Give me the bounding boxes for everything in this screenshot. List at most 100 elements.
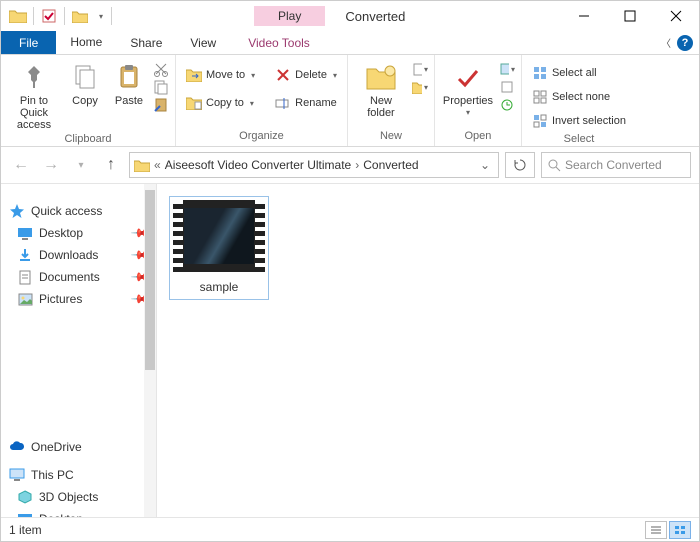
paste-icon	[113, 61, 145, 93]
navigation-bar: ← → ▾ ↑ « Aiseesoft Video Converter Ulti…	[1, 147, 699, 183]
file-item[interactable]: sample	[169, 196, 269, 300]
properties-button[interactable]: Properties ▾	[441, 59, 495, 118]
paste-button[interactable]: Paste	[109, 59, 149, 107]
desktop-icon	[17, 225, 33, 241]
titlebar: Play Converted	[1, 1, 699, 31]
contextual-tab-group: Play	[254, 6, 325, 26]
delete-icon	[275, 67, 291, 83]
new-item-icon[interactable]	[412, 61, 428, 77]
view-details-button[interactable]	[645, 521, 667, 539]
sidebar-thispc[interactable]: This PC	[5, 464, 152, 486]
edit-icon[interactable]	[499, 79, 515, 95]
copy-to-button[interactable]: Copy to	[182, 93, 259, 113]
maximize-button[interactable]	[607, 1, 653, 31]
ribbon-collapse-icon[interactable]: 〈	[661, 35, 671, 50]
video-thumbnail-icon	[173, 200, 265, 272]
navigation-pane: Quick access Desktop📌 Downloads📌 Documen…	[1, 184, 157, 517]
sidebar-quick-access[interactable]: Quick access	[5, 200, 152, 222]
sidebar-item-desktop2[interactable]: Desktop	[5, 508, 152, 517]
move-to-icon	[186, 67, 202, 83]
copy-path-icon[interactable]	[153, 79, 169, 95]
copy-icon	[69, 61, 101, 93]
file-list[interactable]: sample	[157, 184, 699, 517]
tab-share[interactable]: Share	[116, 31, 176, 54]
sidebar-onedrive[interactable]: OneDrive	[5, 436, 152, 458]
qat-dropdown-icon[interactable]	[93, 5, 107, 27]
item-count: 1 item	[9, 523, 42, 537]
tab-home[interactable]: Home	[56, 31, 116, 54]
move-to-button[interactable]: Move to	[182, 65, 259, 85]
properties-check-icon	[452, 61, 484, 93]
rename-icon	[275, 95, 291, 111]
quick-access-toolbar	[1, 5, 114, 27]
pin-quick-access-button[interactable]: Pin to Quick access	[7, 59, 61, 131]
context-tab-header: Play	[254, 6, 325, 26]
address-bar[interactable]: « Aiseesoft Video Converter Ultimate › C…	[129, 152, 499, 178]
group-clipboard: Pin to Quick access Copy Paste Clipboard	[1, 55, 176, 146]
download-icon	[17, 247, 33, 263]
open-icon[interactable]	[499, 61, 515, 77]
recent-dropdown[interactable]: ▾	[69, 153, 93, 177]
picture-icon	[17, 291, 33, 307]
window-title: Converted	[345, 9, 405, 24]
select-none-icon	[532, 89, 548, 105]
help-icon[interactable]: ?	[677, 35, 693, 51]
sidebar-item-3d[interactable]: 3D Objects	[5, 486, 152, 508]
copy-to-icon	[186, 95, 202, 111]
cut-icon[interactable]	[153, 61, 169, 77]
document-icon	[17, 269, 33, 285]
tab-file[interactable]: File	[1, 31, 56, 54]
status-bar: 1 item	[1, 517, 699, 541]
folder-small-icon[interactable]	[69, 5, 91, 27]
breadcrumb[interactable]: Aiseesoft Video Converter Ultimate	[165, 158, 352, 172]
easy-access-icon[interactable]	[412, 79, 428, 95]
ribbon: Pin to Quick access Copy Paste Clipboard…	[1, 55, 699, 147]
sidebar-item-downloads[interactable]: Downloads📌	[5, 244, 152, 266]
address-dropdown-icon[interactable]: ⌄	[476, 158, 494, 172]
delete-button[interactable]: Delete	[271, 65, 341, 85]
group-new: New folder New	[348, 55, 435, 146]
new-folder-button[interactable]: New folder	[354, 59, 408, 119]
folder-icon	[134, 157, 150, 173]
forward-button[interactable]: →	[39, 153, 63, 177]
back-button[interactable]: ←	[9, 153, 33, 177]
tab-view[interactable]: View	[176, 31, 230, 54]
minimize-button[interactable]	[561, 1, 607, 31]
group-select: Select all Select none Invert selection …	[522, 55, 636, 146]
paste-shortcut-icon[interactable]	[153, 97, 169, 113]
breadcrumb[interactable]: Converted	[363, 158, 418, 172]
sidebar-scrollbar[interactable]	[144, 184, 156, 517]
search-icon	[548, 159, 561, 172]
file-name: sample	[200, 278, 239, 296]
tab-video-tools[interactable]: Video Tools	[234, 31, 324, 54]
folder-icon	[7, 5, 29, 27]
group-organize: Move to Copy to Delete Rename Organize	[176, 55, 348, 146]
ribbon-tabs: File Home Share View Video Tools 〈 ?	[1, 31, 699, 55]
sidebar-item-documents[interactable]: Documents📌	[5, 266, 152, 288]
select-all-icon	[532, 65, 548, 81]
rename-button[interactable]: Rename	[271, 93, 341, 113]
pin-icon	[18, 61, 50, 93]
desktop-icon	[17, 511, 33, 517]
up-button[interactable]: ↑	[99, 153, 123, 177]
star-icon	[9, 203, 25, 219]
invert-selection-button[interactable]: Invert selection	[528, 111, 630, 131]
refresh-button[interactable]	[505, 152, 535, 178]
close-button[interactable]	[653, 1, 699, 31]
view-thumbnails-button[interactable]	[669, 521, 691, 539]
cloud-icon	[9, 439, 25, 455]
select-none-button[interactable]: Select none	[528, 87, 630, 107]
history-icon[interactable]	[499, 97, 515, 113]
new-folder-icon	[365, 61, 397, 93]
properties-checkbox-icon[interactable]	[38, 5, 60, 27]
sidebar-item-pictures[interactable]: Pictures📌	[5, 288, 152, 310]
search-input[interactable]: Search Converted	[541, 152, 691, 178]
computer-icon	[9, 467, 25, 483]
invert-selection-icon	[532, 113, 548, 129]
copy-button[interactable]: Copy	[65, 59, 105, 107]
content-area: Quick access Desktop📌 Downloads📌 Documen…	[1, 183, 699, 517]
select-all-button[interactable]: Select all	[528, 63, 630, 83]
sidebar-item-desktop[interactable]: Desktop📌	[5, 222, 152, 244]
group-open: Properties ▾ Open	[435, 55, 522, 146]
cube-icon	[17, 489, 33, 505]
